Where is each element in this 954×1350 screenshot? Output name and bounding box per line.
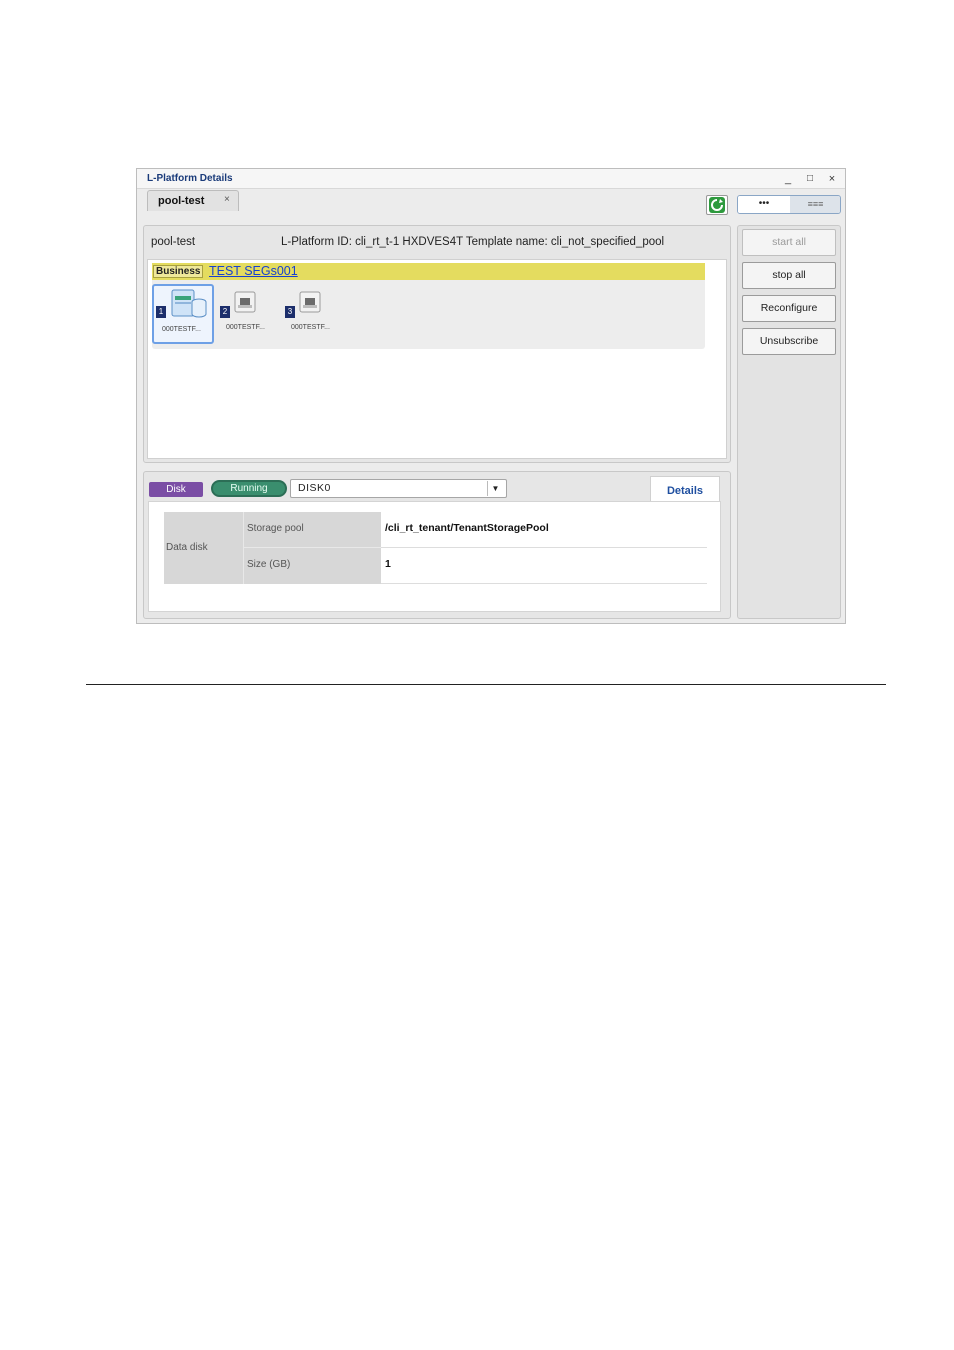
close-button[interactable]: × [825, 172, 839, 186]
unsubscribe-button[interactable]: Unsubscribe [742, 328, 836, 355]
segment-type-label: Business [153, 265, 204, 278]
l-platform-name: pool-test [151, 236, 196, 248]
list-view-icon[interactable]: ≡≡≡ [790, 196, 840, 213]
details-table: Data disk Storage pool /cli_rt_tenant/Te… [164, 512, 707, 584]
server-node[interactable]: 3 000TESTF... [283, 284, 345, 344]
tab-details[interactable]: Details [650, 476, 720, 502]
l-platform-details-window: L-Platform Details _ □ × pool-test × •••… [136, 168, 846, 624]
disk-select[interactable]: DISK0 ▼ [290, 479, 507, 498]
server-label: 000TESTF... [291, 324, 330, 331]
title-bar: L-Platform Details _ □ × [137, 169, 845, 189]
l-platform-overview-panel: pool-test L-Platform ID: cli_rt_t-1 HXDV… [143, 225, 731, 463]
status-badge: Running [211, 480, 287, 497]
server-icon [299, 291, 321, 313]
disk-detail-panel: Disk Running DISK0 ▼ Details Data disk S… [143, 471, 731, 619]
storage-pool-label: Storage pool [244, 512, 381, 548]
l-platform-id-line: L-Platform ID: cli_rt_t-1 HXDVES4T Templ… [281, 236, 665, 248]
view-toggle[interactable]: ••• ≡≡≡ [737, 195, 841, 214]
server-number: 2 [220, 306, 230, 318]
disk-type-badge: Disk [149, 482, 203, 497]
minimize-button[interactable]: _ [781, 172, 795, 186]
horizontal-rule [86, 684, 886, 685]
server-label: 000TESTF... [162, 326, 201, 333]
server-number: 3 [285, 306, 295, 318]
diagram-view-icon[interactable]: ••• [738, 196, 790, 213]
segment-header: Business TEST SEGs001 [152, 263, 705, 280]
size-value: 1 [381, 548, 707, 584]
segment-name-link[interactable]: TEST SEGs001 [209, 263, 298, 279]
refresh-icon [709, 197, 725, 213]
size-label: Size (GB) [244, 548, 381, 584]
network-segment: Business TEST SEGs001 1 000TESTF... 2 00… [152, 263, 705, 349]
details-content: Data disk Storage pool /cli_rt_tenant/Te… [148, 501, 721, 612]
window-title: L-Platform Details [147, 173, 233, 184]
reconfigure-button[interactable]: Reconfigure [742, 295, 836, 322]
row-header-data-disk: Data disk [164, 512, 244, 584]
server-node[interactable]: 1 000TESTF... [152, 284, 214, 344]
refresh-button[interactable] [706, 195, 728, 215]
configuration-canvas: Business TEST SEGs001 1 000TESTF... 2 00… [147, 259, 727, 459]
action-panel: start all stop all Reconfigure Unsubscri… [737, 225, 841, 619]
chevron-down-icon[interactable]: ▼ [487, 481, 503, 496]
server-label: 000TESTF... [226, 324, 265, 331]
server-node[interactable]: 2 000TESTF... [218, 284, 280, 344]
server-number: 1 [156, 306, 166, 318]
stop-all-button[interactable]: stop all [742, 262, 836, 289]
storage-pool-value: /cli_rt_tenant/TenantStoragePool [381, 512, 707, 548]
disk-select-value: DISK0 [298, 482, 331, 494]
server-icon [234, 291, 256, 313]
start-all-button[interactable]: start all [742, 229, 836, 256]
maximize-button[interactable]: □ [803, 172, 817, 186]
tab-close-icon[interactable]: × [224, 194, 230, 205]
tab-label: pool-test [158, 195, 205, 207]
server-with-disk-icon [171, 289, 207, 318]
tab-pool-test[interactable]: pool-test × [147, 190, 239, 211]
